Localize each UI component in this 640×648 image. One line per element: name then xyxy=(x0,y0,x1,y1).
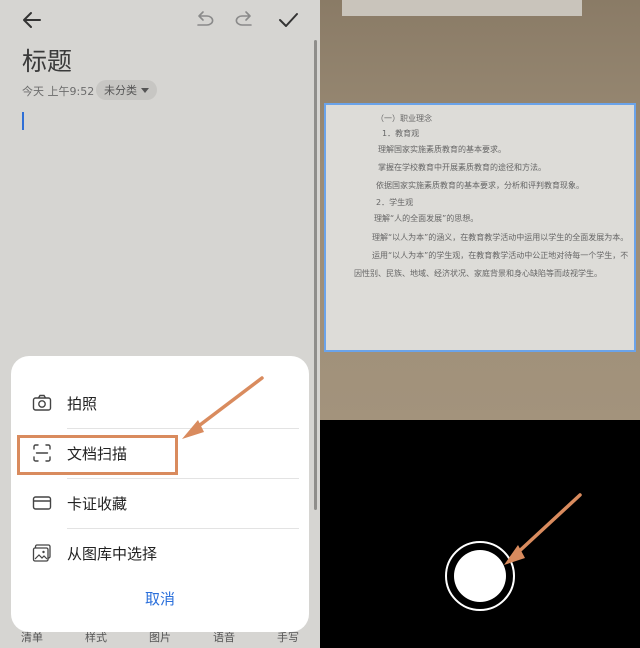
option-choose-from-gallery[interactable]: 从图库中选择 xyxy=(11,528,309,578)
detected-document-frame: （一）职业理念 1．教育观 理解国家实施素质教育的基本要求。 掌握在学校教育中开… xyxy=(324,103,636,352)
highlight-box-annotation xyxy=(17,435,178,475)
document-line: 2．学生观 xyxy=(376,198,414,207)
redo-icon xyxy=(235,11,252,26)
document-line: 因性别、民族、地域、经济状况、家庭背景和身心缺陷等而歧视学生。 xyxy=(354,269,602,278)
document-line: 理解“人的全面发展”的思想。 xyxy=(374,214,479,223)
card-icon xyxy=(32,496,52,510)
document-line: 理解国家实施素质教育的基本要求。 xyxy=(378,145,506,154)
document-line: 依据国家实施素质教育的基本要求，分析和评判教育现象。 xyxy=(376,181,584,190)
shutter-button[interactable] xyxy=(454,550,506,602)
back-button[interactable] xyxy=(18,6,46,34)
camera-icon xyxy=(32,394,52,411)
confirm-button[interactable] xyxy=(274,6,302,34)
document-line: 理解“以人为本”的涵义，在教育教学活动中运用以学生的全面发展为本。 xyxy=(372,233,629,242)
option-label: 卡证收藏 xyxy=(67,495,128,513)
text-cursor xyxy=(22,112,24,130)
document-line: 运用“以人为本”的学生观，在教育教学活动中公正地对待每一个学生，不 xyxy=(372,251,629,260)
notes-editor-panel: 标题 今天 上午9:52 未分类 清单 样式 图片 语音 手写 拍照 文档扫描 xyxy=(0,0,320,648)
undo-icon xyxy=(197,11,214,26)
option-card-collection[interactable]: 卡证收藏 xyxy=(11,478,309,528)
gallery-icon xyxy=(32,544,51,562)
document-line: 掌握在学校教育中开展素质教育的途径和方法。 xyxy=(378,163,546,172)
editor-toolbar xyxy=(0,0,320,40)
undo-button[interactable] xyxy=(190,6,218,34)
check-icon xyxy=(279,13,298,27)
dropdown-triangle-icon xyxy=(141,87,149,93)
note-timestamp: 今天 上午9:52 xyxy=(22,85,95,98)
cancel-button[interactable]: 取消 xyxy=(11,588,309,609)
redo-button[interactable] xyxy=(231,6,259,34)
background-paper xyxy=(342,0,582,16)
scrollbar[interactable] xyxy=(314,40,317,510)
camera-scan-panel: （一）职业理念 1．教育观 理解国家实施素质教育的基本要求。 掌握在学校教育中开… xyxy=(320,0,640,648)
note-title[interactable]: 标题 xyxy=(22,42,72,78)
image-source-sheet: 拍照 文档扫描 卡证收藏 从图库中选择 取消 xyxy=(11,356,309,632)
option-label: 从图库中选择 xyxy=(67,545,158,563)
document-line: 1．教育观 xyxy=(382,129,420,138)
camera-viewfinder: （一）职业理念 1．教育观 理解国家实施素质教育的基本要求。 掌握在学校教育中开… xyxy=(320,0,640,420)
category-label: 未分类 xyxy=(104,84,137,97)
back-arrow-icon xyxy=(23,12,41,28)
document-line: （一）职业理念 xyxy=(376,114,432,123)
option-take-photo[interactable]: 拍照 xyxy=(11,378,309,428)
option-label: 拍照 xyxy=(67,395,98,413)
category-dropdown[interactable]: 未分类 xyxy=(96,80,157,100)
